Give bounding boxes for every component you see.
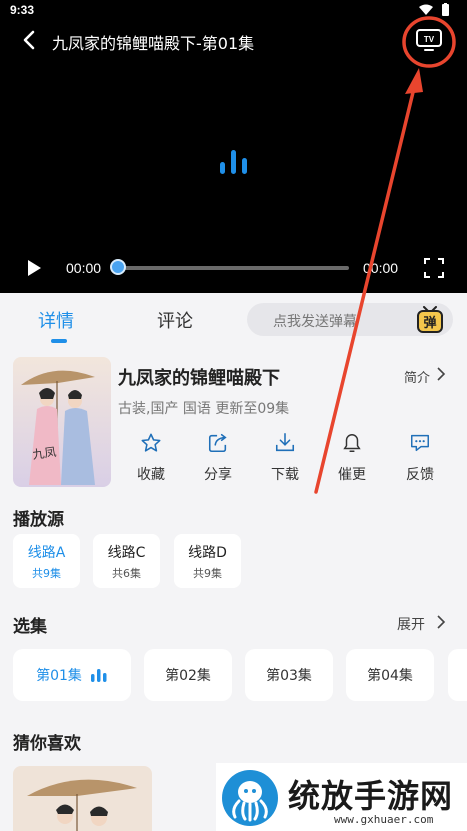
tab-indicator	[51, 339, 67, 343]
urge-update-label: 催更	[338, 467, 366, 483]
urge-update-button[interactable]: 催更	[322, 432, 382, 488]
chevron-right-icon[interactable]	[436, 614, 446, 630]
source-item-c[interactable]: 线路C 共6集	[93, 534, 160, 588]
bell-icon	[343, 434, 361, 452]
star-icon	[141, 433, 161, 452]
download-button[interactable]: 下载	[255, 432, 315, 488]
status-time: 9:33	[10, 3, 35, 17]
episode-label: 第04集	[367, 668, 413, 684]
playing-bars-icon	[90, 669, 107, 682]
favorite-button[interactable]: 收藏	[121, 432, 181, 488]
tab-bar: 详情 评论 点我发送弹幕 弹	[0, 293, 467, 349]
sources-title: 播放源	[13, 510, 64, 530]
total-time: 00:00	[363, 260, 399, 276]
episode-item-partial[interactable]	[448, 649, 467, 701]
current-time: 00:00	[66, 260, 102, 276]
danmaku-input[interactable]: 点我发送弹幕 弹	[247, 303, 453, 336]
feedback-label: 反馈	[406, 467, 434, 483]
status-icons	[419, 3, 449, 16]
source-name: 线路A	[27, 545, 66, 561]
battery-icon	[442, 4, 449, 16]
share-icon	[208, 433, 227, 453]
danmaku-icon-label: 弹	[423, 315, 436, 331]
download-label: 下载	[271, 467, 299, 483]
episode-item[interactable]: 第02集	[144, 649, 232, 701]
show-meta: 古装,国产 国语 更新至09集	[118, 401, 290, 417]
video-title: 九凤家的锦鲤喵殿下-第01集	[52, 34, 255, 53]
recommend-title: 猜你喜欢	[13, 734, 81, 754]
episode-label: 第02集	[165, 668, 211, 684]
source-item-a[interactable]: 线路A 共9集	[13, 534, 80, 588]
source-item-d[interactable]: 线路D 共9集	[174, 534, 241, 588]
intro-link[interactable]: 简介	[404, 367, 430, 386]
svg-text:TV: TV	[424, 35, 435, 44]
tab-details[interactable]: 详情	[38, 307, 74, 333]
share-button[interactable]: 分享	[188, 432, 248, 488]
episodes-title: 选集	[13, 617, 47, 637]
source-count: 共9集	[193, 567, 222, 580]
progress-thumb[interactable]	[110, 259, 126, 275]
video-player[interactable]: 9:33 九凤家的锦鲤喵殿下-第01集 TV 00:00 00:00	[0, 0, 467, 293]
expand-link[interactable]: 展开	[397, 614, 425, 634]
tab-comments[interactable]: 评论	[157, 307, 193, 333]
source-count: 共6集	[112, 567, 141, 580]
danmaku-icon[interactable]: 弹	[415, 306, 445, 334]
show-poster[interactable]: 九凤	[13, 357, 111, 487]
favorite-label: 收藏	[137, 467, 165, 483]
episode-label: 第03集	[266, 668, 312, 684]
episode-label: 第01集	[36, 668, 82, 684]
progress-bar[interactable]	[117, 266, 349, 270]
feedback-icon	[411, 434, 429, 452]
source-name: 线路D	[188, 545, 227, 561]
octopus-logo-icon	[222, 770, 278, 826]
watermark-text: 统放手游网	[288, 777, 454, 815]
wifi-icon	[419, 4, 433, 15]
chevron-right-icon[interactable]	[436, 366, 446, 382]
source-count: 共9集	[32, 567, 61, 580]
episode-item[interactable]: 第01集	[13, 649, 131, 701]
watermark: 统放手游网 www.gxhuaer.com	[216, 763, 467, 831]
episode-item[interactable]: 第03集	[245, 649, 333, 701]
share-label: 分享	[204, 467, 232, 483]
episode-item[interactable]: 第04集	[346, 649, 434, 701]
watermark-url: www.gxhuaer.com	[334, 813, 434, 826]
play-icon[interactable]	[22, 256, 46, 280]
download-icon	[275, 433, 295, 452]
source-name: 线路C	[107, 545, 146, 561]
danmaku-placeholder: 点我发送弹幕	[273, 314, 357, 330]
loading-bars-icon	[220, 150, 247, 174]
feedback-button[interactable]: 反馈	[390, 432, 450, 488]
recommend-poster[interactable]	[13, 766, 152, 831]
back-icon[interactable]	[18, 28, 42, 52]
fullscreen-icon[interactable]	[422, 256, 446, 280]
tv-cast-icon[interactable]: TV	[414, 28, 444, 52]
show-title: 九凤家的锦鲤喵殿下	[118, 368, 280, 389]
